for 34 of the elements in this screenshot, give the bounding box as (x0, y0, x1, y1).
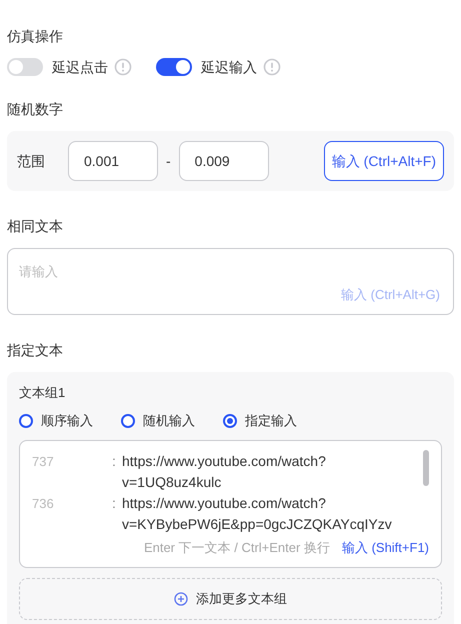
info-icon (263, 58, 281, 76)
radio-button[interactable] (121, 414, 135, 428)
max-field[interactable]: 0.009 (178, 141, 269, 181)
hint-text: Enter 下一文本 / Ctrl+Enter 换行 (144, 539, 330, 557)
add-group-button[interactable]: 添加更多文本组 (19, 578, 442, 620)
section-title: 指定文本 (7, 341, 64, 360)
line-number: 737 (31, 452, 55, 470)
section-title: 相同文本 (7, 217, 64, 236)
section-title: 随机数字 (7, 100, 64, 119)
toggle-label: 延迟输入 (201, 58, 257, 76)
radio-button[interactable] (223, 414, 237, 428)
info-icon (114, 58, 132, 76)
min-field[interactable]: 0.001 (68, 141, 158, 181)
group-title: 文本组1 (19, 385, 66, 401)
placeholder-text: 请输入 (19, 263, 58, 281)
scrollbar-thumb[interactable] (423, 450, 429, 486)
range-separator: - (166, 152, 171, 170)
entry-separator: : (112, 452, 117, 470)
toggle-switch[interactable] (156, 58, 192, 76)
entry-separator: : (112, 494, 117, 512)
range-label: 范围 (17, 152, 45, 170)
input-button[interactable]: 输入 (Shift+F1) (342, 538, 429, 558)
input-button[interactable]: 输入 (Ctrl+Alt+F) (324, 141, 444, 181)
toggle-switch[interactable] (7, 58, 43, 76)
text-list-field[interactable]: 737 : https://www.youtube.com/watch?v=1UQ8uz4kulc 736 : https://www.youtube.com/watch?v=KYBybePW6jE&pp=0gcJCZQKAYcqIYzv Enter 下一文本 / Ctrl+Enter 换行 输入 (Shift+F1) (19, 440, 442, 568)
entry-text: https://www.youtube.com/watch?v=KYBybePW6jE&pp=0gcJCZQKAYcqIYzv (122, 494, 393, 534)
radio-label: 随机输入 (143, 412, 195, 430)
toggle-label: 延迟点击 (52, 58, 108, 76)
section-title: 仿真操作 (7, 27, 64, 46)
radio-button[interactable] (19, 414, 33, 428)
line-number: 736 (31, 494, 55, 512)
plus-icon (174, 592, 188, 606)
radio-label: 顺序输入 (41, 412, 93, 430)
radio-label: 指定输入 (245, 412, 297, 430)
